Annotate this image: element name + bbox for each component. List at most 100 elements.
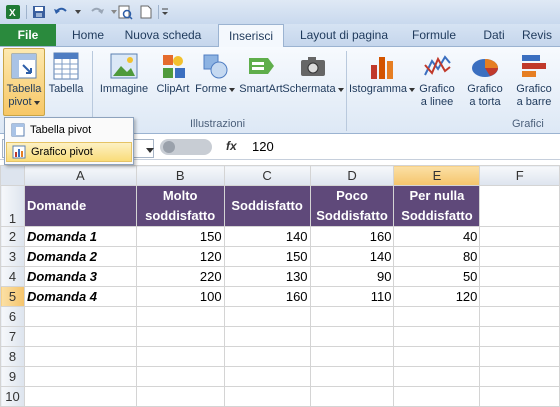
cell-row-label[interactable]: Domanda 4 — [23, 286, 137, 307]
cell[interactable] — [135, 386, 225, 407]
column-header[interactable]: D — [309, 165, 395, 186]
cell[interactable] — [479, 286, 560, 307]
clipart-button[interactable]: ClipArt — [152, 49, 194, 96]
cell[interactable] — [223, 326, 311, 347]
cell[interactable]: 150 — [223, 246, 311, 267]
select-all-corner[interactable] — [0, 165, 25, 186]
redo-icon[interactable] — [86, 4, 108, 20]
cell[interactable] — [479, 185, 560, 227]
print-preview-icon[interactable] — [116, 4, 134, 20]
smartart-button[interactable]: SmartArt — [236, 49, 286, 96]
cell-row-label[interactable]: Domanda 1 — [23, 226, 137, 247]
cell[interactable] — [223, 346, 311, 367]
cell[interactable]: 150 — [135, 226, 225, 247]
column-header[interactable]: F — [479, 165, 560, 186]
cell[interactable] — [223, 366, 311, 387]
cell[interactable] — [393, 306, 481, 327]
tab-file[interactable]: File — [0, 24, 56, 46]
cell[interactable]: 90 — [309, 266, 395, 287]
cell[interactable] — [135, 306, 225, 327]
cell[interactable] — [479, 226, 560, 247]
cell[interactable]: 50 — [393, 266, 481, 287]
tab-dati[interactable]: Dati — [474, 24, 514, 46]
cell[interactable] — [23, 386, 137, 407]
table-button[interactable]: Tabella — [46, 49, 86, 96]
menu-item-pivot-table[interactable]: Tabella pivot — [6, 120, 132, 140]
cell[interactable] — [479, 306, 560, 327]
row-header[interactable]: 4 — [0, 266, 25, 287]
histogram-button[interactable]: Istogramma — [349, 49, 416, 96]
cell[interactable]: 130 — [223, 266, 311, 287]
new-document-icon[interactable] — [138, 4, 154, 20]
cell[interactable] — [479, 346, 560, 367]
row-header[interactable]: 9 — [0, 366, 25, 387]
column-header[interactable]: E — [393, 165, 481, 186]
excel-logo-icon[interactable]: X — [4, 4, 22, 20]
customize-toolbar-icon[interactable] — [160, 4, 170, 20]
cell[interactable] — [223, 386, 311, 407]
cell[interactable] — [393, 386, 481, 407]
undo-icon[interactable] — [50, 4, 72, 20]
cell[interactable] — [23, 326, 137, 347]
row-header[interactable]: 5 — [0, 286, 25, 307]
undo-dropdown-icon[interactable] — [74, 4, 82, 20]
pivot-table-button[interactable]: Tabella pivot — [3, 48, 45, 116]
header-cell-poco-soddisfatto[interactable]: Poco Soddisfatto — [309, 185, 395, 227]
cell[interactable]: 40 — [393, 226, 481, 247]
cell[interactable]: 100 — [135, 286, 225, 307]
cell[interactable] — [23, 306, 137, 327]
cell[interactable]: 140 — [223, 226, 311, 247]
cell[interactable]: 140 — [309, 246, 395, 267]
row-header[interactable]: 7 — [0, 326, 25, 347]
cell[interactable] — [309, 326, 395, 347]
cell[interactable] — [23, 346, 137, 367]
column-header[interactable]: C — [223, 165, 311, 186]
column-header[interactable]: A — [23, 165, 137, 186]
name-box-dropdown-icon[interactable] — [146, 144, 154, 156]
cell-row-label[interactable]: Domanda 2 — [23, 246, 137, 267]
cell[interactable]: 160 — [309, 226, 395, 247]
header-cell-domande[interactable]: Domande — [23, 185, 137, 227]
cell[interactable] — [479, 326, 560, 347]
cell[interactable]: 220 — [135, 266, 225, 287]
row-header[interactable]: 3 — [0, 246, 25, 267]
cell[interactable]: 120 — [135, 246, 225, 267]
cell[interactable] — [309, 366, 395, 387]
formula-input[interactable]: 120 — [252, 139, 274, 154]
cell[interactable] — [479, 266, 560, 287]
header-cell-soddisfatto[interactable]: Soddisfatto — [223, 185, 311, 227]
cell[interactable] — [135, 346, 225, 367]
tab-inserisci[interactable]: Inserisci — [218, 24, 284, 47]
pie-chart-button[interactable]: Grafico a torta — [464, 49, 506, 109]
active-cell[interactable]: 120 — [393, 286, 481, 307]
cell[interactable] — [135, 326, 225, 347]
row-header[interactable]: 6 — [0, 306, 25, 327]
cell[interactable] — [393, 366, 481, 387]
tab-revisione[interactable]: Revis — [522, 24, 560, 46]
shapes-button[interactable]: Forme — [195, 49, 235, 96]
save-icon[interactable] — [30, 4, 48, 20]
cell[interactable] — [479, 366, 560, 387]
line-chart-button[interactable]: Grafico a linee — [416, 49, 458, 109]
cell[interactable] — [393, 326, 481, 347]
row-header[interactable]: 10 — [0, 386, 25, 407]
menu-item-pivot-chart[interactable]: Grafico pivot — [6, 142, 132, 162]
row-header[interactable]: 8 — [0, 346, 25, 367]
cell[interactable] — [223, 306, 311, 327]
bar-chart-button[interactable]: Grafico a barre — [510, 49, 558, 109]
cell[interactable] — [23, 366, 137, 387]
cell[interactable] — [309, 306, 395, 327]
row-header[interactable]: 2 — [0, 226, 25, 247]
tab-nuova-scheda[interactable]: Nuova scheda — [118, 24, 208, 46]
cell[interactable] — [135, 366, 225, 387]
screenshot-button[interactable]: Schermata — [282, 49, 344, 96]
cell[interactable] — [479, 386, 560, 407]
tab-formule[interactable]: Formule — [404, 24, 464, 46]
formula-bar-resize-handle[interactable] — [160, 139, 212, 155]
insert-function-button[interactable]: fx — [226, 139, 242, 153]
cell[interactable]: 80 — [393, 246, 481, 267]
cell[interactable]: 110 — [309, 286, 395, 307]
tab-layout-di-pagina[interactable]: Layout di pagina — [292, 24, 396, 46]
header-cell-molto-soddisfatto[interactable]: Molto soddisfatto — [135, 185, 225, 227]
header-cell-per-nulla-soddisfatto[interactable]: Per nulla Soddisfatto — [393, 185, 481, 227]
